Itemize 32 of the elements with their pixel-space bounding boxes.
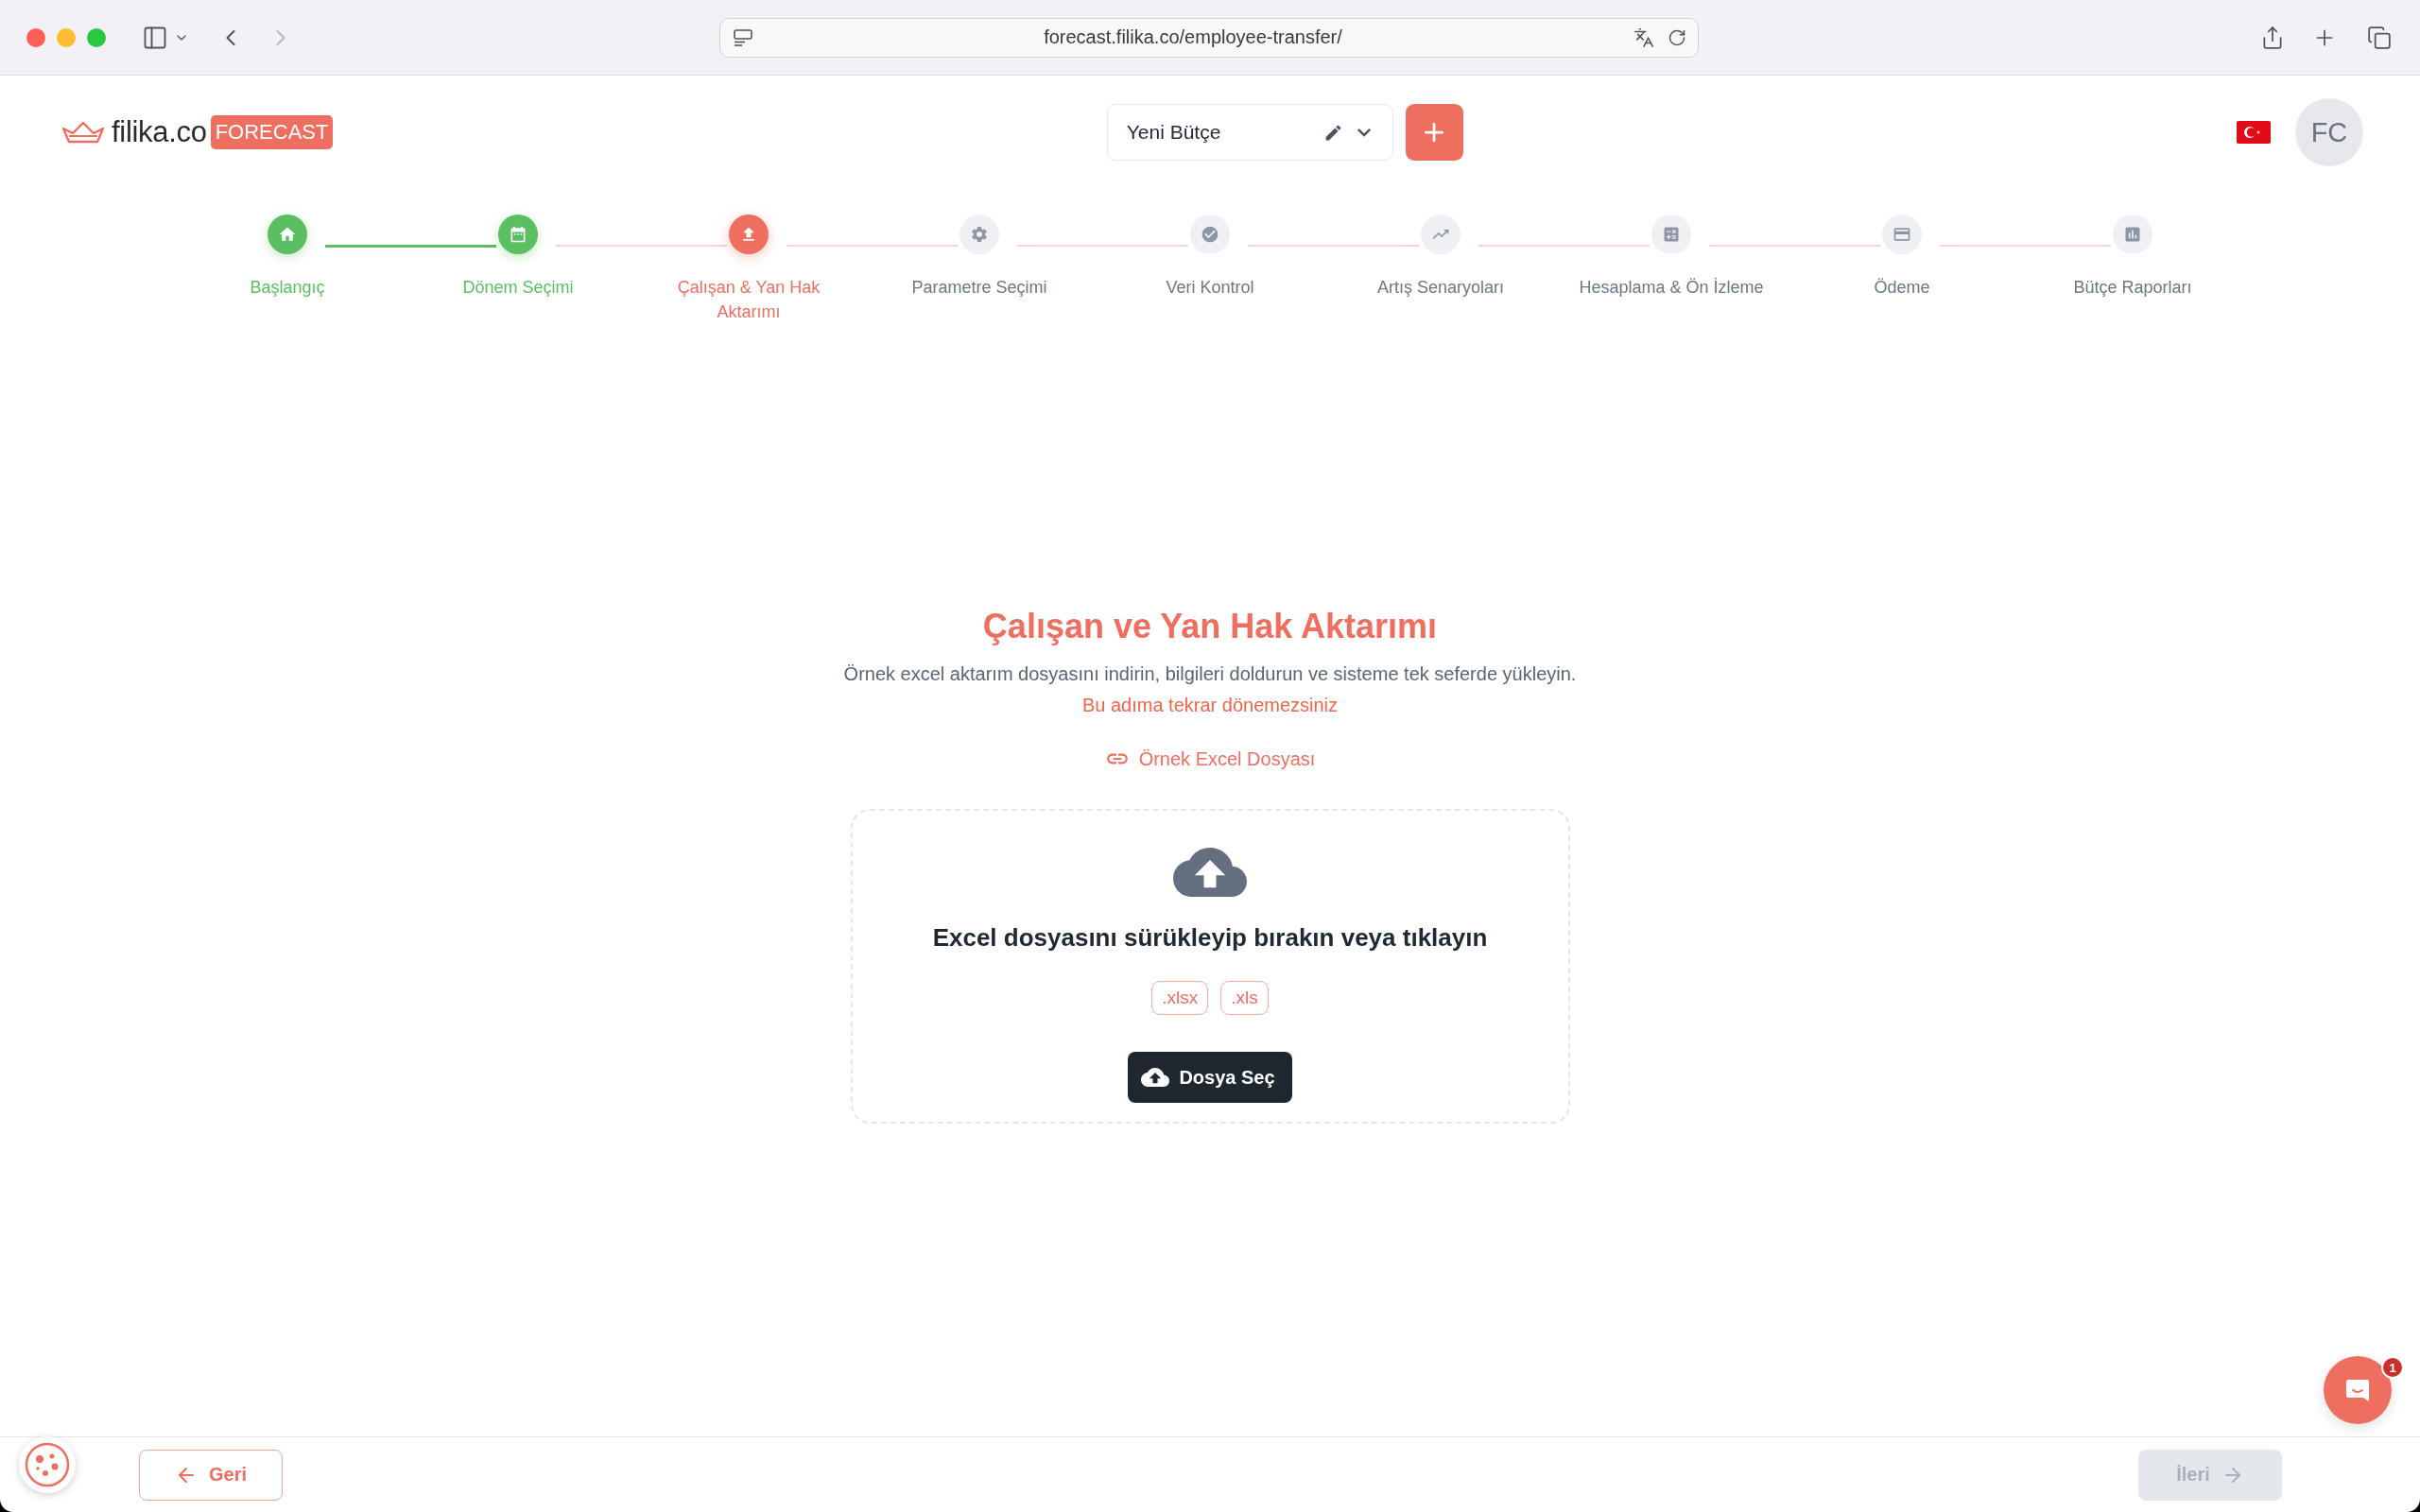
- page-title: Çalışan ve Yan Hak Aktarımı: [982, 606, 1438, 647]
- drop-zone[interactable]: Excel dosyasını sürükleyip bırakın veya tıklayın .xlsx .xls Dosya Seç: [850, 809, 1570, 1124]
- file-format-tag: .xls: [1220, 981, 1269, 1015]
- page-menu-icon[interactable]: [734, 28, 752, 46]
- step-label: Hesaplama & Ön İzleme: [1579, 277, 1764, 299]
- overlapping-squares-icon[interactable]: [2367, 25, 2392, 50]
- step-label: Ödeme: [1874, 277, 1930, 299]
- step-label: Veri Kontrol: [1166, 277, 1254, 299]
- drop-zone-prompt: Excel dosyasını sürükleyip bırakın veya tıklayın: [932, 922, 1488, 954]
- logo-icon: [61, 120, 105, 145]
- file-format-tag: .xlsx: [1151, 981, 1209, 1015]
- step-label: Artış Senaryoları: [1376, 277, 1505, 299]
- window-close-icon[interactable]: [26, 27, 45, 47]
- step-label: Başlangıç: [250, 277, 325, 299]
- warning-text: Bu adıma tekrar dönemezsiniz: [1081, 694, 1339, 717]
- address-bar[interactable]: forecast.filika.co/employee-transfer/: [719, 17, 1699, 58]
- flag-icon[interactable]: [2237, 121, 2271, 144]
- translate-icon[interactable]: [1634, 26, 1654, 48]
- user-avatar[interactable]: FC: [2295, 98, 2363, 166]
- reload-icon[interactable]: [1668, 27, 1686, 47]
- share-icon[interactable]: [2260, 25, 2285, 50]
- step-label: Çalışan & Yan Hak Aktarımı: [676, 277, 821, 323]
- unread-badge: 1: [2381, 1356, 2404, 1379]
- logo-badge: FORECAST: [210, 115, 334, 149]
- step-label: Dönem Seçimi: [462, 277, 574, 299]
- step-label: Parametre Seçimi: [911, 277, 1047, 299]
- add-button[interactable]: [1405, 104, 1463, 161]
- budget-select[interactable]: Yeni Bütçe: [1106, 104, 1393, 161]
- choose-file-button[interactable]: Dosya Seç: [1128, 1052, 1292, 1103]
- description-text: Örnek excel aktarım dosyasını indirin, bilgileri doldurun ve sisteme tek seferde yükleyin.: [843, 662, 1577, 686]
- step-label: Bütçe Raporları: [2073, 277, 2192, 299]
- logo-text: filika.co: [112, 115, 207, 149]
